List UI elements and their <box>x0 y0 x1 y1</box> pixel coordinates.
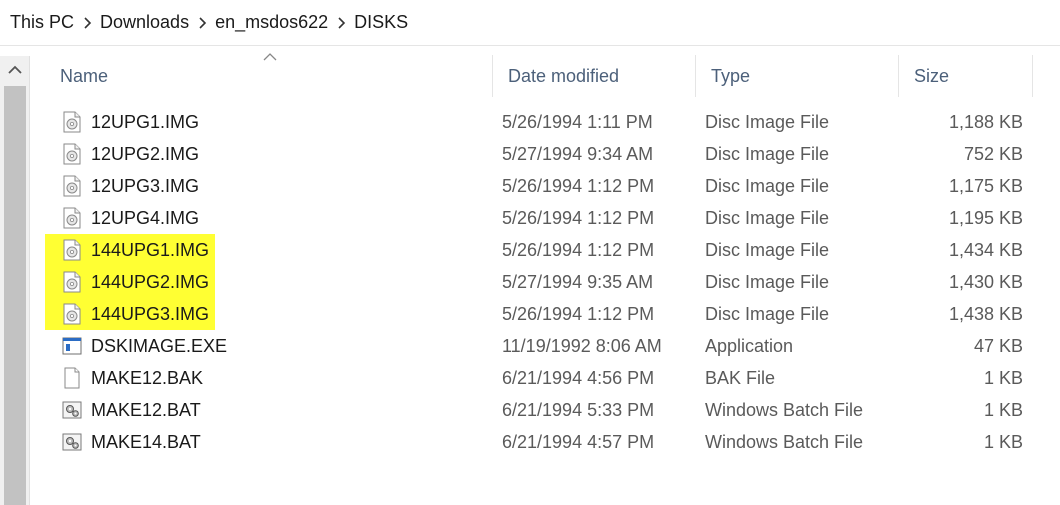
file-name: 12UPG4.IMG <box>91 208 200 228</box>
vertical-scrollbar[interactable] <box>0 56 30 505</box>
file-name: 144UPG1.IMG <box>91 240 210 260</box>
file-size: 1,434 KB <box>948 240 1023 260</box>
disc-image-icon <box>62 271 82 293</box>
disc-image-icon <box>62 207 82 229</box>
application-icon <box>62 335 82 357</box>
column-header-date-modified[interactable]: Date modified <box>493 55 696 97</box>
file-size: 1,175 KB <box>948 176 1023 196</box>
file-date-modified: 5/26/1994 1:12 PM <box>502 176 655 196</box>
file-size: 47 KB <box>973 336 1023 356</box>
file-name: DSKIMAGE.EXE <box>91 336 228 356</box>
file-row[interactable]: 144UPG2.IMG 5/27/1994 9:35 AM Disc Image F… <box>45 266 1033 298</box>
disc-image-icon <box>62 303 82 325</box>
file-type: BAK File <box>705 368 776 388</box>
file-size: 1,438 KB <box>948 304 1023 324</box>
disc-image-icon <box>62 175 82 197</box>
file-row[interactable]: MAKE12.BAK 6/21/1994 4:56 PM BAK File 1 KB <box>45 362 1033 394</box>
column-header-row: Name Date modified Type Size <box>45 53 1033 97</box>
file-size: 1,195 KB <box>948 208 1023 228</box>
file-size: 752 KB <box>963 144 1023 164</box>
chevron-right-icon[interactable] <box>332 16 350 29</box>
file-row[interactable]: 144UPG1.IMG 5/26/1994 1:12 PM Disc Image F… <box>45 234 1033 266</box>
file-type: Disc Image File <box>705 144 830 164</box>
file-size: 1 KB <box>983 432 1023 452</box>
scroll-thumb[interactable] <box>4 86 26 505</box>
file-name: 12UPG3.IMG <box>91 176 200 196</box>
disc-image-icon <box>62 239 82 261</box>
chevron-right-icon[interactable] <box>78 16 96 29</box>
file-size: 1,188 KB <box>948 112 1023 132</box>
disc-image-icon <box>62 111 82 133</box>
file-size: 1 KB <box>983 400 1023 420</box>
file-row[interactable]: MAKE14.BAT 6/21/1994 4:57 PM Windows Batch… <box>45 426 1033 458</box>
file-row[interactable]: 12UPG1.IMG 5/26/1994 1:11 PM Disc Image Fi… <box>45 106 1033 138</box>
chevron-right-icon[interactable] <box>193 16 211 29</box>
file-date-modified: 5/26/1994 1:12 PM <box>502 208 655 228</box>
file-name: MAKE14.BAT <box>91 432 201 452</box>
disc-image-icon <box>62 143 82 165</box>
batch-file-icon <box>62 431 82 453</box>
file-type: Disc Image File <box>705 304 830 324</box>
file-row[interactable]: DSKIMAGE.EXE 11/19/1992 8:06 AM Applicatio… <box>45 330 1033 362</box>
file-type: Windows Batch File <box>705 432 864 452</box>
file-date-modified: 6/21/1994 4:56 PM <box>502 368 655 388</box>
file-size: 1,430 KB <box>948 272 1023 292</box>
file-type: Application <box>705 336 794 356</box>
file-date-modified: 6/21/1994 4:57 PM <box>502 432 655 452</box>
file-date-modified: 5/27/1994 9:34 AM <box>502 144 654 164</box>
file-name: MAKE12.BAK <box>91 368 204 388</box>
file-name: 144UPG3.IMG <box>91 304 210 324</box>
breadcrumb-this-pc[interactable]: This PC <box>0 12 78 33</box>
column-header-size[interactable]: Size <box>899 55 1033 97</box>
file-name: 144UPG2.IMG <box>91 272 210 292</box>
file-name: 12UPG1.IMG <box>91 112 200 132</box>
file-date-modified: 5/26/1994 1:12 PM <box>502 304 655 324</box>
file-row[interactable]: 12UPG2.IMG 5/27/1994 9:34 AM Disc Image Fi… <box>45 138 1033 170</box>
breadcrumb-en-msdos622[interactable]: en_msdos622 <box>211 12 332 33</box>
file-date-modified: 5/26/1994 1:11 PM <box>502 112 653 132</box>
file-date-modified: 5/26/1994 1:12 PM <box>502 240 655 260</box>
file-size: 1 KB <box>983 368 1023 388</box>
file-date-modified: 6/21/1994 5:33 PM <box>502 400 655 420</box>
scroll-up-button[interactable] <box>0 56 30 84</box>
column-header-type[interactable]: Type <box>696 55 899 97</box>
column-header-name[interactable]: Name <box>45 55 493 97</box>
file-name: 12UPG2.IMG <box>91 144 200 164</box>
file-type: Disc Image File <box>705 208 830 228</box>
file-date-modified: 5/27/1994 9:35 AM <box>502 272 654 292</box>
file-type: Disc Image File <box>705 272 830 292</box>
file-row[interactable]: 12UPG3.IMG 5/26/1994 1:12 PM Disc Image Fi… <box>45 170 1033 202</box>
file-name: MAKE12.BAT <box>91 400 201 420</box>
file-type: Windows Batch File <box>705 400 864 420</box>
file-type: Disc Image File <box>705 112 830 132</box>
blank-file-icon <box>62 367 82 389</box>
file-date-modified: 11/19/1992 8:06 AM <box>502 336 662 356</box>
batch-file-icon <box>62 399 82 421</box>
chevron-up-icon <box>8 65 22 74</box>
file-row[interactable]: 12UPG4.IMG 5/26/1994 1:12 PM Disc Image Fi… <box>45 202 1033 234</box>
breadcrumb: This PC Downloads en_msdos622 DISKS <box>0 0 1060 46</box>
breadcrumb-disks[interactable]: DISKS <box>350 12 412 33</box>
file-type: Disc Image File <box>705 240 830 260</box>
file-type: Disc Image File <box>705 176 830 196</box>
breadcrumb-downloads[interactable]: Downloads <box>96 12 193 33</box>
file-list: 12UPG1.IMG 5/26/1994 1:11 PM Disc Image Fi… <box>45 106 1033 458</box>
file-row[interactable]: 144UPG3.IMG 5/26/1994 1:12 PM Disc Image F… <box>45 298 1033 330</box>
file-row[interactable]: MAKE12.BAT 6/21/1994 5:33 PM Windows Batch… <box>45 394 1033 426</box>
